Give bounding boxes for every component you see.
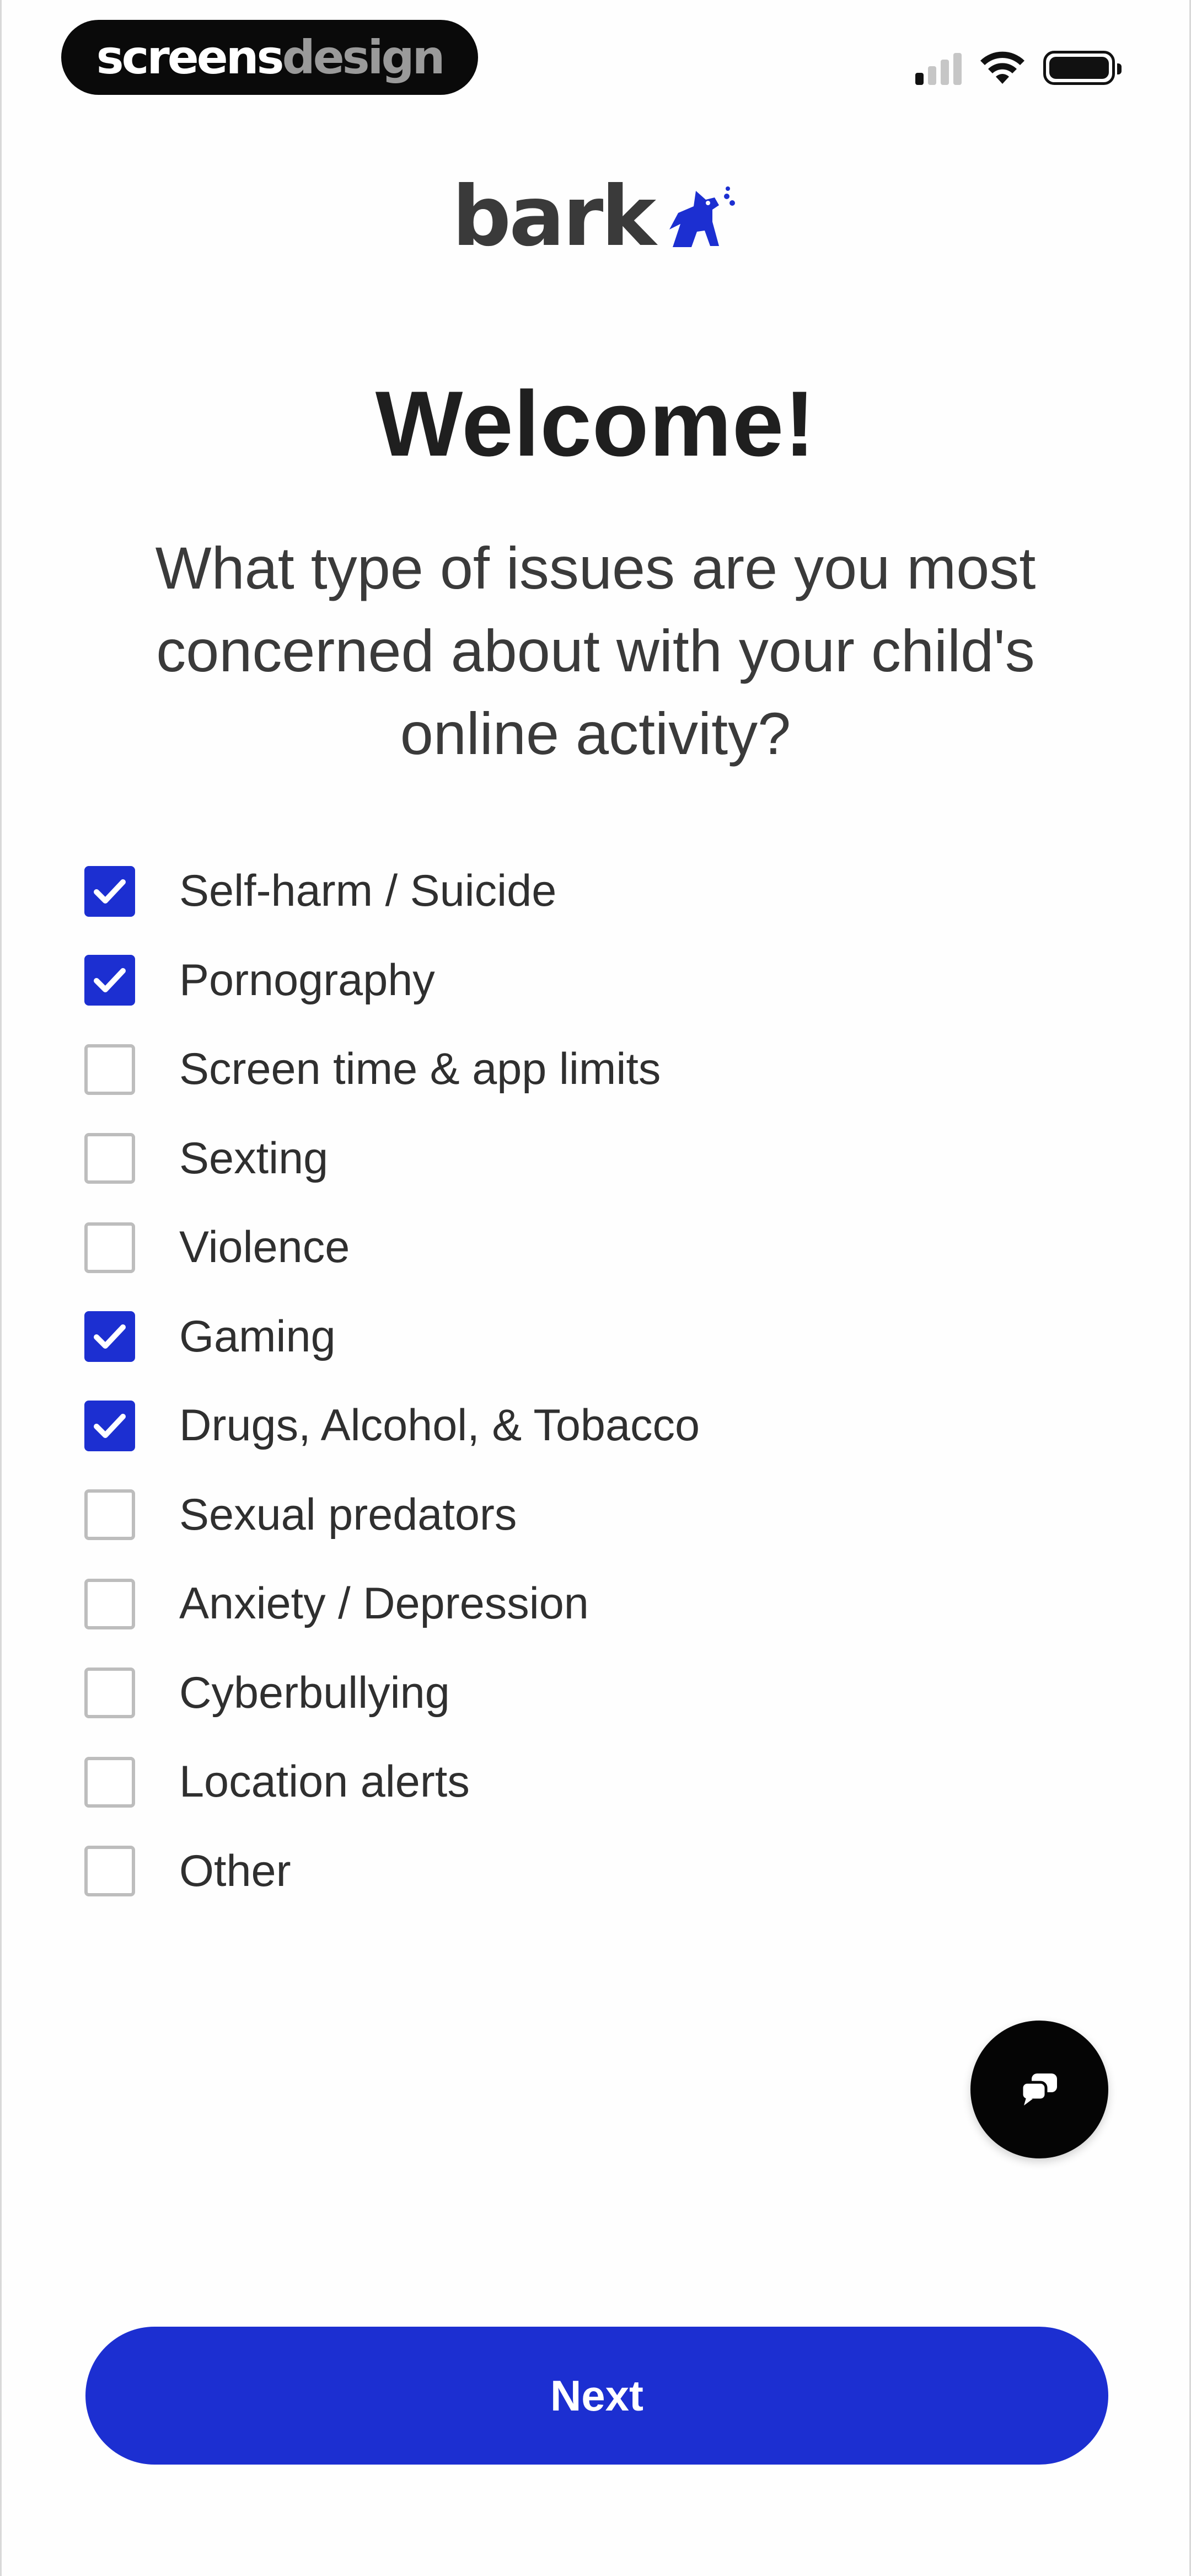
checkbox[interactable]	[84, 1846, 135, 1897]
logo-text: bark	[452, 169, 656, 265]
watermark-text-1: screens	[96, 30, 285, 84]
screensdesign-watermark: screens design	[61, 20, 478, 95]
option-sexting[interactable]: Sexting	[84, 1114, 1104, 1204]
option-violence[interactable]: Violence	[84, 1203, 1104, 1292]
option-label: Location alerts	[179, 1757, 470, 1807]
option-label: Drugs, Alcohol, & Tobacco	[179, 1401, 700, 1451]
option-screen-time[interactable]: Screen time & app limits	[84, 1025, 1104, 1114]
checkbox[interactable]	[84, 1489, 135, 1541]
concerns-checklist: Self-harm / Suicide Pornography Screen t…	[84, 847, 1104, 1916]
chat-bubbles-icon	[1020, 2073, 1057, 2105]
option-label: Violence	[179, 1222, 350, 1273]
check-icon	[94, 879, 126, 904]
question-text: What type of issues are you most concern…	[155, 535, 1036, 767]
bark-logo: bark	[2, 175, 1189, 258]
option-anxiety-depression[interactable]: Anxiety / Depression	[84, 1559, 1104, 1649]
option-location-alerts[interactable]: Location alerts	[84, 1738, 1104, 1827]
next-button[interactable]: Next	[85, 2327, 1108, 2465]
chat-button[interactable]	[970, 2021, 1108, 2158]
option-label: Sexual predators	[179, 1489, 517, 1540]
checkbox[interactable]	[84, 1222, 135, 1273]
watermark-text-2: design	[282, 30, 446, 84]
page-title: Welcome!	[375, 372, 816, 475]
checkbox[interactable]	[84, 1578, 135, 1629]
option-label: Pornography	[179, 955, 435, 1005]
option-cyberbullying[interactable]: Cyberbullying	[84, 1649, 1104, 1738]
onboarding-screen: screens design bark Welcome! What type o…	[0, 0, 1191, 2576]
check-icon	[94, 1324, 126, 1349]
option-label: Screen time & app limits	[179, 1044, 661, 1094]
dog-icon	[669, 186, 736, 247]
signal-icon	[915, 52, 962, 85]
checkbox[interactable]	[84, 865, 135, 917]
option-label: Other	[179, 1846, 291, 1896]
checkbox[interactable]	[84, 1133, 135, 1184]
check-icon	[94, 968, 126, 993]
checkbox[interactable]	[84, 1311, 135, 1362]
option-label: Cyberbullying	[179, 1668, 450, 1718]
option-drugs-alcohol-tobacco[interactable]: Drugs, Alcohol, & Tobacco	[84, 1381, 1104, 1471]
status-icons	[915, 49, 1122, 85]
option-self-harm[interactable]: Self-harm / Suicide	[84, 847, 1104, 936]
option-other[interactable]: Other	[84, 1827, 1104, 1916]
option-label: Gaming	[179, 1311, 336, 1361]
option-gaming[interactable]: Gaming	[84, 1292, 1104, 1382]
option-label: Sexting	[179, 1133, 329, 1183]
checkbox[interactable]	[84, 1400, 135, 1451]
option-pornography[interactable]: Pornography	[84, 936, 1104, 1025]
option-label: Anxiety / Depression	[179, 1579, 589, 1629]
checkbox[interactable]	[84, 1756, 135, 1808]
checkbox[interactable]	[84, 955, 135, 1006]
checkbox[interactable]	[84, 1668, 135, 1719]
check-icon	[94, 1413, 126, 1438]
option-sexual-predators[interactable]: Sexual predators	[84, 1471, 1104, 1560]
checkbox[interactable]	[84, 1044, 135, 1095]
battery-icon	[1043, 51, 1122, 85]
option-label: Self-harm / Suicide	[179, 866, 557, 916]
wifi-icon	[980, 51, 1024, 84]
